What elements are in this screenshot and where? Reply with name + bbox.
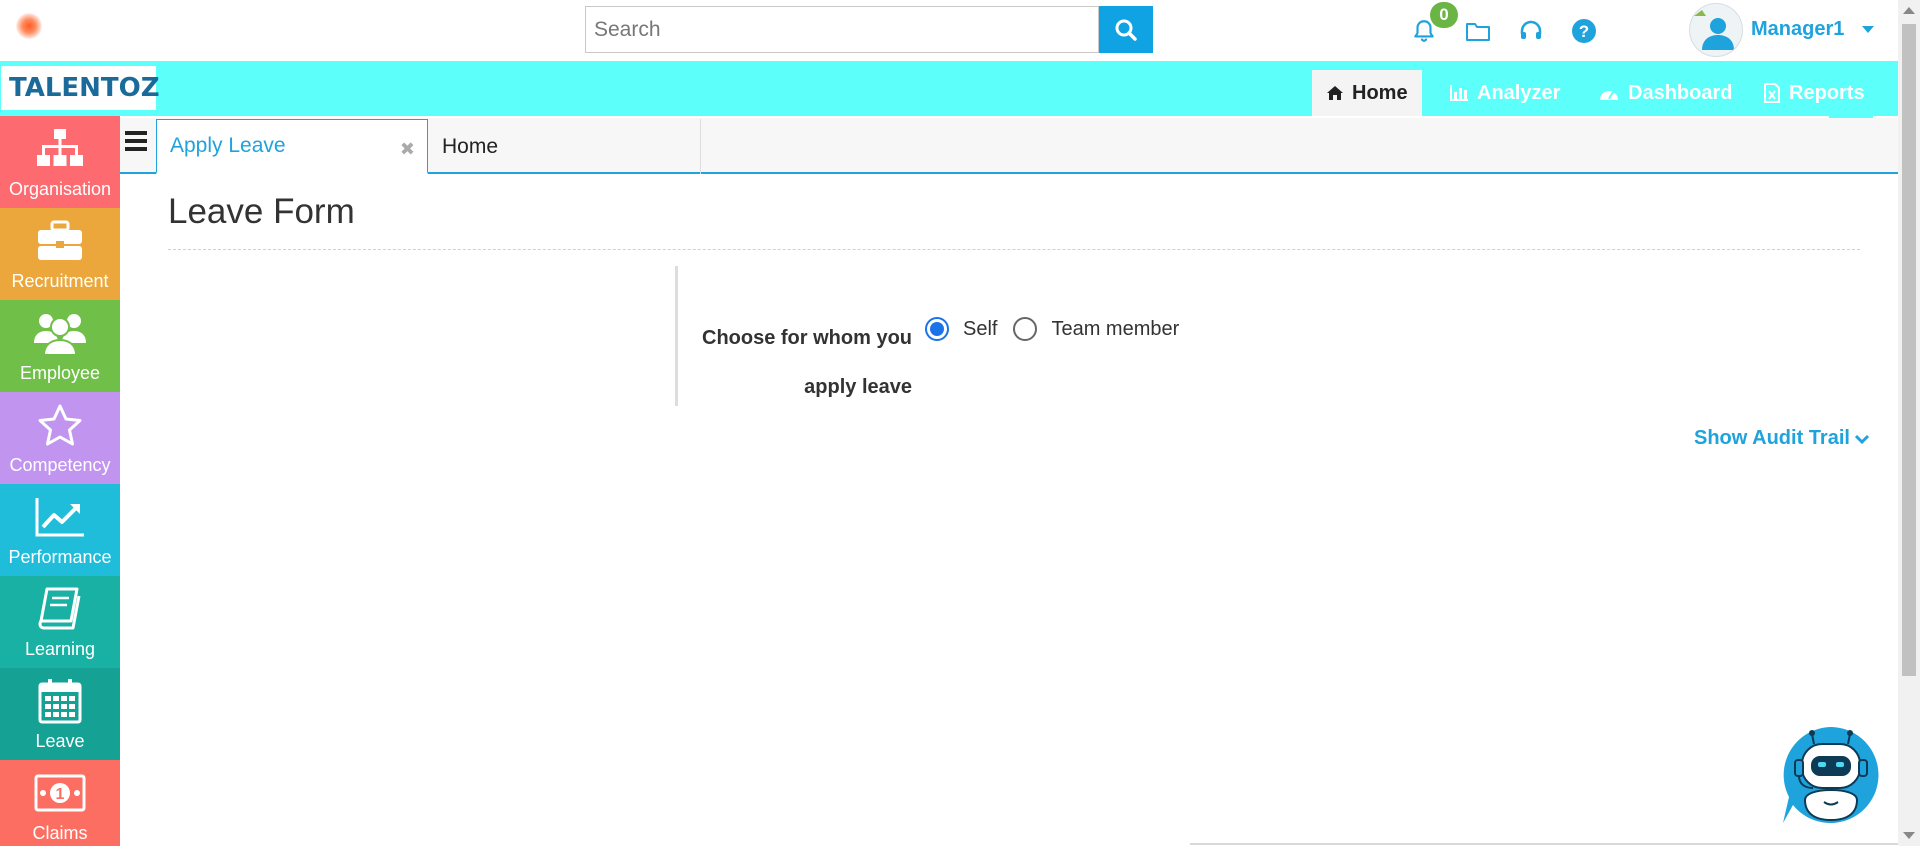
scroll-up-arrow-icon[interactable] — [1903, 7, 1915, 14]
user-name-menu[interactable]: Manager1 — [1751, 18, 1844, 41]
sidebar-item-learning[interactable]: Learning — [0, 576, 120, 668]
sidebar-item-label: Organisation — [8, 179, 112, 199]
money-icon: 1 — [34, 774, 86, 812]
star-icon — [38, 404, 82, 446]
notification-count-badge: 0 — [1430, 2, 1458, 28]
nav-reports[interactable]: Reports — [1749, 70, 1879, 116]
scroll-down-arrow-icon[interactable] — [1903, 832, 1915, 839]
search-bar — [585, 6, 1153, 53]
leave-for-radio-group: Self Team member — [925, 314, 1195, 344]
sidebar-item-recruitment[interactable]: Recruitment — [0, 208, 120, 300]
audit-link-label: Show Audit Trail — [1694, 427, 1850, 449]
trend-chart-icon — [35, 498, 84, 537]
sidebar-item-competency[interactable]: Competency — [0, 392, 120, 484]
book-icon — [38, 587, 81, 630]
tab-label: Home — [442, 134, 499, 158]
avatar[interactable] — [1689, 3, 1743, 57]
team-member-radio-label[interactable]: Team member — [1051, 318, 1179, 341]
nav-label: Reports — [1789, 81, 1865, 104]
nav-dashboard[interactable]: Dashboard — [1584, 70, 1746, 116]
home-icon — [1327, 86, 1343, 100]
nav-label: Dashboard — [1628, 81, 1733, 104]
users-icon — [34, 314, 86, 355]
search-icon — [1115, 19, 1137, 41]
calendar-icon — [38, 679, 82, 724]
nav-home[interactable]: Home — [1312, 70, 1422, 116]
bar-chart-icon — [1450, 85, 1468, 101]
sidebar-item-label: Competency — [9, 455, 111, 475]
brand-logo[interactable]: TALENTOZ — [1, 66, 160, 110]
page-title: Leave Form — [168, 192, 355, 231]
team-member-radio[interactable] — [1013, 317, 1038, 341]
svg-text:?: ? — [1579, 22, 1589, 41]
chevron-down-icon[interactable] — [1862, 26, 1874, 33]
search-button[interactable] — [1099, 6, 1153, 53]
close-icon[interactable]: ✖ — [400, 139, 415, 160]
sidebar-item-label: Claims — [32, 823, 88, 843]
user-avatar-icon — [1694, 10, 1734, 50]
folder-button[interactable] — [1461, 14, 1495, 48]
sidebar-item-label: Employee — [19, 363, 101, 383]
nav-label: Analyzer — [1477, 81, 1561, 104]
sidebar-item-performance[interactable]: Performance — [0, 484, 120, 576]
headset-icon — [1520, 20, 1542, 39]
top-header: 0 ? Manager1 — [0, 0, 1898, 61]
footer-line — [1190, 843, 1898, 845]
brand-name: TALENTOZ — [9, 73, 160, 103]
svg-text:1: 1 — [56, 786, 65, 803]
briefcase-icon — [38, 220, 82, 260]
divider — [168, 249, 1860, 250]
sidebar-item-claims[interactable]: 1 Claims — [0, 760, 120, 846]
search-input[interactable] — [585, 6, 1099, 53]
help-button[interactable]: ? — [1567, 14, 1601, 48]
support-button[interactable] — [1514, 14, 1548, 48]
tab-apply-leave[interactable]: Apply Leave ✖ — [156, 119, 428, 174]
page-scrollbar[interactable] — [1898, 0, 1920, 846]
sidebar-item-label: Performance — [8, 547, 112, 567]
show-audit-trail-link[interactable]: Show Audit Trail — [1694, 427, 1870, 450]
app-logo-icon — [16, 13, 42, 39]
self-radio-label[interactable]: Self — [963, 318, 997, 341]
folder-icon — [1466, 23, 1490, 41]
scrollbar-thumb[interactable] — [1902, 24, 1916, 676]
tab-home[interactable]: Home — [429, 119, 701, 174]
tab-label: Apply Leave — [170, 134, 286, 157]
sidebar-item-organisation[interactable]: Organisation — [0, 116, 120, 208]
nav-label: Home — [1352, 81, 1408, 104]
self-radio[interactable] — [925, 317, 949, 341]
chevron-down-icon — [1854, 434, 1869, 444]
sidebar-item-employee[interactable]: Employee — [0, 300, 120, 392]
hamburger-menu-icon[interactable] — [125, 131, 147, 153]
sidebar-item-leave[interactable]: Leave — [0, 668, 120, 760]
sidebar-item-label: Recruitment — [11, 271, 109, 291]
module-sidebar: Organisation Recruitment Employee Compet… — [0, 116, 120, 846]
sidebar-item-label: Learning — [24, 639, 96, 659]
excel-file-icon — [1764, 83, 1780, 103]
nav-analyzer[interactable]: Analyzer — [1435, 70, 1574, 116]
chatbot-robot-icon — [1783, 727, 1879, 823]
form-divider — [675, 266, 678, 406]
leave-for-label: Choose for whom you apply leave — [702, 327, 912, 398]
org-chart-icon — [37, 129, 83, 166]
chatbot-button[interactable] — [1780, 724, 1882, 826]
help-icon: ? — [1572, 19, 1596, 43]
sidebar-item-label: Leave — [35, 731, 85, 751]
dashboard-icon — [1600, 91, 1618, 100]
